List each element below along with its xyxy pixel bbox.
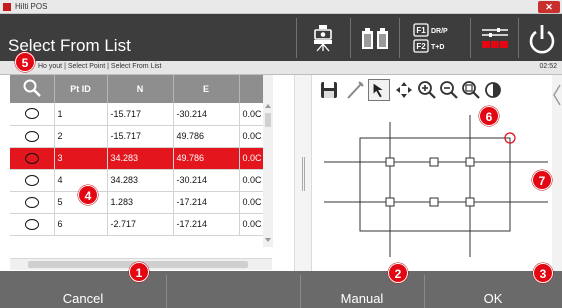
callout-badge-5: 5 xyxy=(15,52,35,72)
cell-e: 49.786 xyxy=(173,125,240,148)
point-table: Pt ID N E 1 -15.717 -30.214 0.0C 2 -15.7… xyxy=(10,75,266,236)
table-row[interactable]: 6 -2.717 -17.214 0.0C xyxy=(10,213,266,236)
zoom-in-icon[interactable] xyxy=(416,79,438,101)
panel-splitter[interactable] xyxy=(294,75,312,271)
radio-button-icon xyxy=(24,174,39,186)
row-radio[interactable] xyxy=(10,191,55,214)
radio-button-icon xyxy=(24,196,39,208)
column-header-e[interactable]: E xyxy=(173,75,240,103)
window-title: Hilti POS xyxy=(15,2,48,11)
breadcrumb-bar: Ho yout | Select Point | Select From Lis… xyxy=(0,61,562,75)
save-icon[interactable] xyxy=(318,79,340,101)
cell-pt-id: 6 xyxy=(54,213,108,236)
zoom-fit-icon[interactable] xyxy=(460,79,482,101)
column-header-pt-id[interactable]: Pt ID xyxy=(54,75,108,103)
select-arrow-icon[interactable] xyxy=(368,79,390,101)
table-row[interactable]: 1 -15.717 -30.214 0.0C xyxy=(10,103,266,126)
cell-n: 34.283 xyxy=(107,169,174,192)
radio-button-icon xyxy=(24,130,39,142)
cell-pt-id: 1 xyxy=(54,103,108,126)
vertical-scrollbar[interactable] xyxy=(263,75,273,247)
table-row[interactable]: 5 1.283 -17.214 0.0C xyxy=(10,191,266,214)
callout-badge-2: 2 xyxy=(388,263,408,283)
splitter-grip-icon xyxy=(302,157,305,191)
cell-n: 1.283 xyxy=(107,191,174,214)
contrast-icon[interactable] xyxy=(482,79,504,101)
search-button[interactable] xyxy=(10,75,55,103)
table-row[interactable]: 2 -15.717 49.786 0.0C xyxy=(10,125,266,148)
footer-divider xyxy=(166,275,167,308)
zoom-out-icon[interactable] xyxy=(438,79,460,101)
cell-h: 0.0C xyxy=(239,191,266,214)
column-header-h[interactable] xyxy=(239,75,266,103)
app-logo-icon xyxy=(3,3,11,11)
measure-icon[interactable] xyxy=(344,79,366,101)
callout-badge-1: 1 xyxy=(129,262,149,282)
cell-n: -15.717 xyxy=(107,103,174,126)
row-radio[interactable] xyxy=(10,125,55,148)
row-radio[interactable] xyxy=(10,213,55,236)
cell-e: 49.786 xyxy=(173,147,240,170)
window-titlebar: Hilti POS ✕ xyxy=(0,0,562,14)
window-close-button[interactable]: ✕ xyxy=(538,1,560,13)
cell-pt-id: 3 xyxy=(54,147,108,170)
header-divider xyxy=(470,18,471,58)
radio-button-icon xyxy=(24,108,39,120)
callout-badge-6: 6 xyxy=(479,106,499,126)
callout-badge-7: 7 xyxy=(532,170,552,190)
svg-text:T+D: T+D xyxy=(431,44,444,51)
header-divider xyxy=(399,18,400,58)
battery-icon[interactable] xyxy=(360,26,390,50)
table-row[interactable]: 4 34.283 -30.214 0.0C xyxy=(10,169,266,192)
clock: 02:52 xyxy=(539,63,557,70)
cell-h: 0.0C xyxy=(239,147,266,170)
radio-button-icon xyxy=(24,218,39,230)
site-plan-drawing[interactable] xyxy=(312,105,552,271)
svg-text:F1: F1 xyxy=(416,26,426,35)
table-header-row: Pt ID N E xyxy=(10,75,266,103)
side-panel-toggle[interactable] xyxy=(552,75,562,271)
breadcrumb: Ho yout | Select Point | Select From Lis… xyxy=(38,63,162,70)
callout-badge-3: 3 xyxy=(533,263,553,283)
cell-pt-id: 2 xyxy=(54,125,108,148)
settings-icon[interactable] xyxy=(480,26,510,52)
header-divider xyxy=(350,18,351,58)
cell-n: -15.717 xyxy=(107,125,174,148)
cell-e: -30.214 xyxy=(173,169,240,192)
app-header: Select From List F1 DR/P F2 T+D xyxy=(0,14,562,61)
bottom-action-bar: Cancel Manual OK xyxy=(0,271,562,308)
cell-n: -2.717 xyxy=(107,213,174,236)
cell-h: 0.0C xyxy=(239,169,266,192)
callout-badge-4: 4 xyxy=(78,185,98,205)
row-radio[interactable] xyxy=(10,147,55,170)
pan-icon[interactable] xyxy=(393,79,415,101)
cell-h: 0.0C xyxy=(239,213,266,236)
svg-text:F2: F2 xyxy=(416,42,426,51)
svg-text:DR/P: DR/P xyxy=(431,28,448,35)
chevron-left-icon xyxy=(553,84,561,106)
cell-e: -17.214 xyxy=(173,213,240,236)
row-radio[interactable] xyxy=(10,103,55,126)
header-divider xyxy=(518,18,519,58)
graphic-view-panel[interactable] xyxy=(312,75,552,271)
row-radio[interactable] xyxy=(10,169,55,192)
header-divider xyxy=(296,18,297,58)
power-icon[interactable] xyxy=(528,22,556,54)
search-icon xyxy=(23,79,41,97)
cell-h: 0.0C xyxy=(239,103,266,126)
function-keys-icon[interactable]: F1 DR/P F2 T+D xyxy=(413,23,461,55)
cell-e: -17.214 xyxy=(173,191,240,214)
radio-button-icon xyxy=(24,152,39,164)
cell-n: 34.283 xyxy=(107,147,174,170)
table-row-selected[interactable]: 3 34.283 49.786 0.0C xyxy=(10,147,266,170)
column-header-n[interactable]: N xyxy=(107,75,174,103)
cell-h: 0.0C xyxy=(239,125,266,148)
instrument-icon[interactable] xyxy=(312,24,334,52)
point-list-panel: Pt ID N E 1 -15.717 -30.214 0.0C 2 -15.7… xyxy=(10,75,272,271)
scrollbar-track xyxy=(265,104,271,242)
cell-e: -30.214 xyxy=(173,103,240,126)
